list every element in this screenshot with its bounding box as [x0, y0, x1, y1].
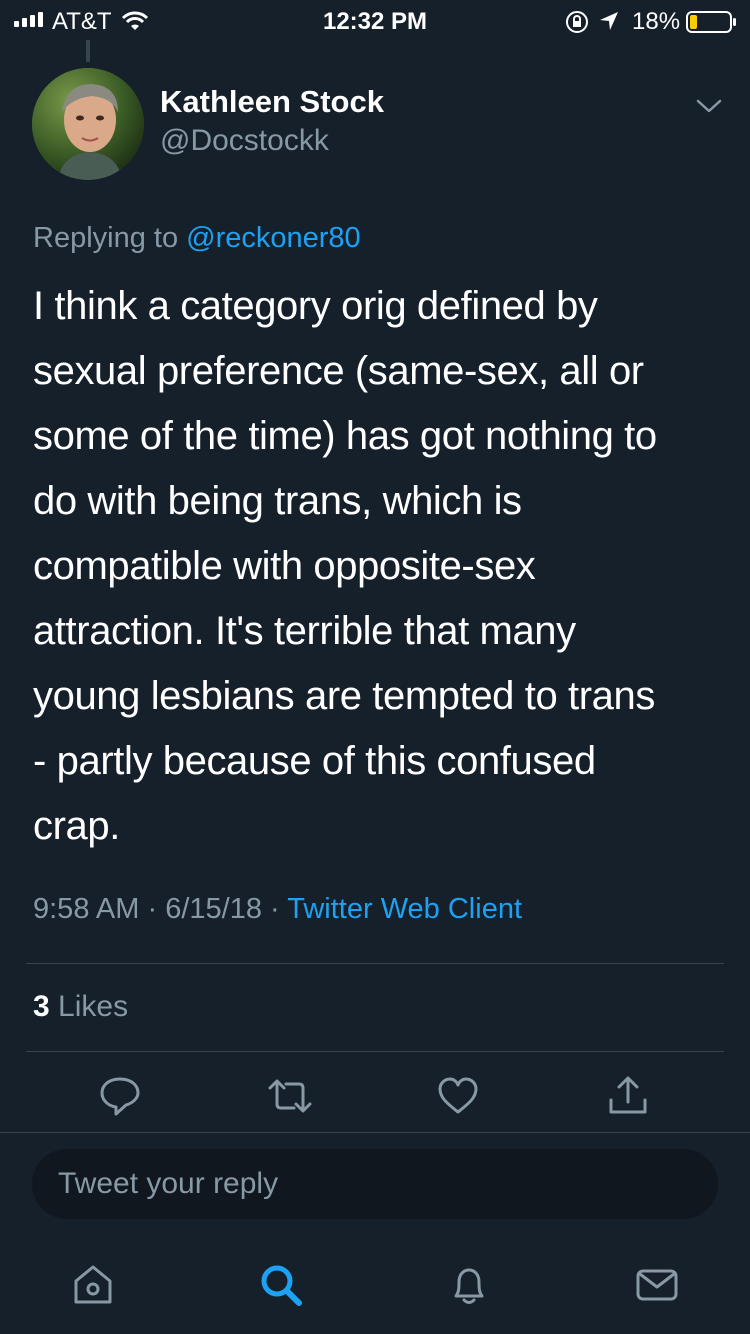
- reply-icon: [100, 1077, 140, 1116]
- home-icon: [74, 1265, 112, 1304]
- status-bar: AT&T 12:32 PM 18%: [0, 0, 750, 40]
- likes-count: 3: [33, 990, 50, 1023]
- replying-to-mention-link[interactable]: @reckoner80: [186, 222, 361, 254]
- tab-messages[interactable]: [634, 1262, 680, 1308]
- tweet-date: 6/15/18: [165, 893, 262, 925]
- replying-to-line: Replying to @reckoner80: [33, 222, 361, 255]
- tab-home[interactable]: [70, 1262, 116, 1308]
- meta-separator: ·: [270, 893, 280, 925]
- tweet-client-link[interactable]: Twitter Web Client: [287, 893, 522, 925]
- retweet-button[interactable]: [266, 1074, 312, 1118]
- divider: [26, 1051, 724, 1052]
- location-arrow-icon: [598, 10, 620, 39]
- reply-input[interactable]: [32, 1149, 718, 1219]
- author-display-name[interactable]: Kathleen Stock: [160, 84, 384, 120]
- envelope-icon: [636, 1269, 678, 1301]
- tweet-meta: 9:58 AM · 6/15/18 · Twitter Web Client: [33, 893, 522, 926]
- orientation-lock-icon: [564, 9, 590, 42]
- meta-separator: ·: [147, 893, 158, 925]
- retweet-icon: [268, 1079, 312, 1113]
- heart-icon: [438, 1077, 478, 1114]
- share-icon: [609, 1076, 647, 1114]
- replying-to-prefix: Replying to: [33, 222, 179, 254]
- tweet-time: 9:58 AM: [33, 893, 140, 925]
- reply-button[interactable]: [98, 1074, 142, 1118]
- divider: [26, 963, 724, 964]
- likes-summary[interactable]: 3 Likes: [33, 990, 128, 1024]
- tweet-text: I think a category orig defined by sexua…: [33, 284, 657, 848]
- search-icon: [261, 1265, 302, 1306]
- like-button[interactable]: [436, 1074, 480, 1118]
- share-button[interactable]: [606, 1074, 650, 1118]
- thread-connector-line: [86, 40, 90, 62]
- author-handle[interactable]: @Docstockk: [160, 124, 329, 158]
- likes-label: Likes: [58, 990, 129, 1023]
- avatar[interactable]: [32, 68, 144, 180]
- tab-notifications[interactable]: [446, 1262, 492, 1308]
- chevron-down-icon[interactable]: [694, 96, 724, 121]
- battery-icon: [686, 11, 738, 40]
- tab-search[interactable]: [258, 1262, 304, 1308]
- bell-icon: [454, 1268, 484, 1304]
- battery-percent: 18%: [632, 8, 681, 35]
